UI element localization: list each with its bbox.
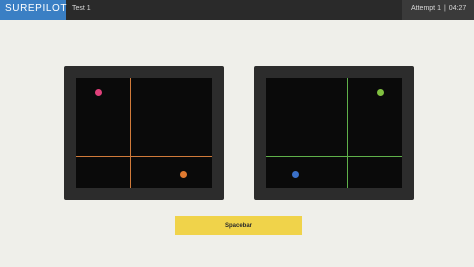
- top-bar: SUREPILOT Test 1 Attempt 1 | 04:27: [0, 0, 474, 20]
- blue-target-dot: [292, 171, 299, 178]
- separator: |: [443, 5, 446, 12]
- brand-name: SUREPILOT: [5, 3, 68, 14]
- left-tracking-screen: [76, 78, 212, 188]
- right-tracking-panel: [254, 66, 414, 200]
- left-horizontal-crosshair: [76, 156, 212, 157]
- pink-target-dot: [95, 89, 102, 96]
- attempt-label: Attempt 1: [411, 5, 441, 12]
- right-vertical-crosshair: [347, 78, 348, 188]
- left-tracking-panel: [64, 66, 224, 200]
- brand-logo: SUREPILOT: [0, 0, 66, 20]
- timer: 04:27: [448, 5, 467, 12]
- green-target-dot: [377, 89, 384, 96]
- right-tracking-screen: [266, 78, 402, 188]
- attempt-timer-box: Attempt 1 | 04:27: [402, 0, 474, 20]
- right-horizontal-crosshair: [266, 156, 402, 157]
- test-title: Test 1: [72, 5, 91, 12]
- left-vertical-crosshair: [130, 78, 131, 188]
- orange-target-dot: [180, 171, 187, 178]
- spacebar-button[interactable]: Spacebar: [175, 216, 302, 235]
- attempt-status: Attempt 1 | 04:27: [411, 5, 466, 12]
